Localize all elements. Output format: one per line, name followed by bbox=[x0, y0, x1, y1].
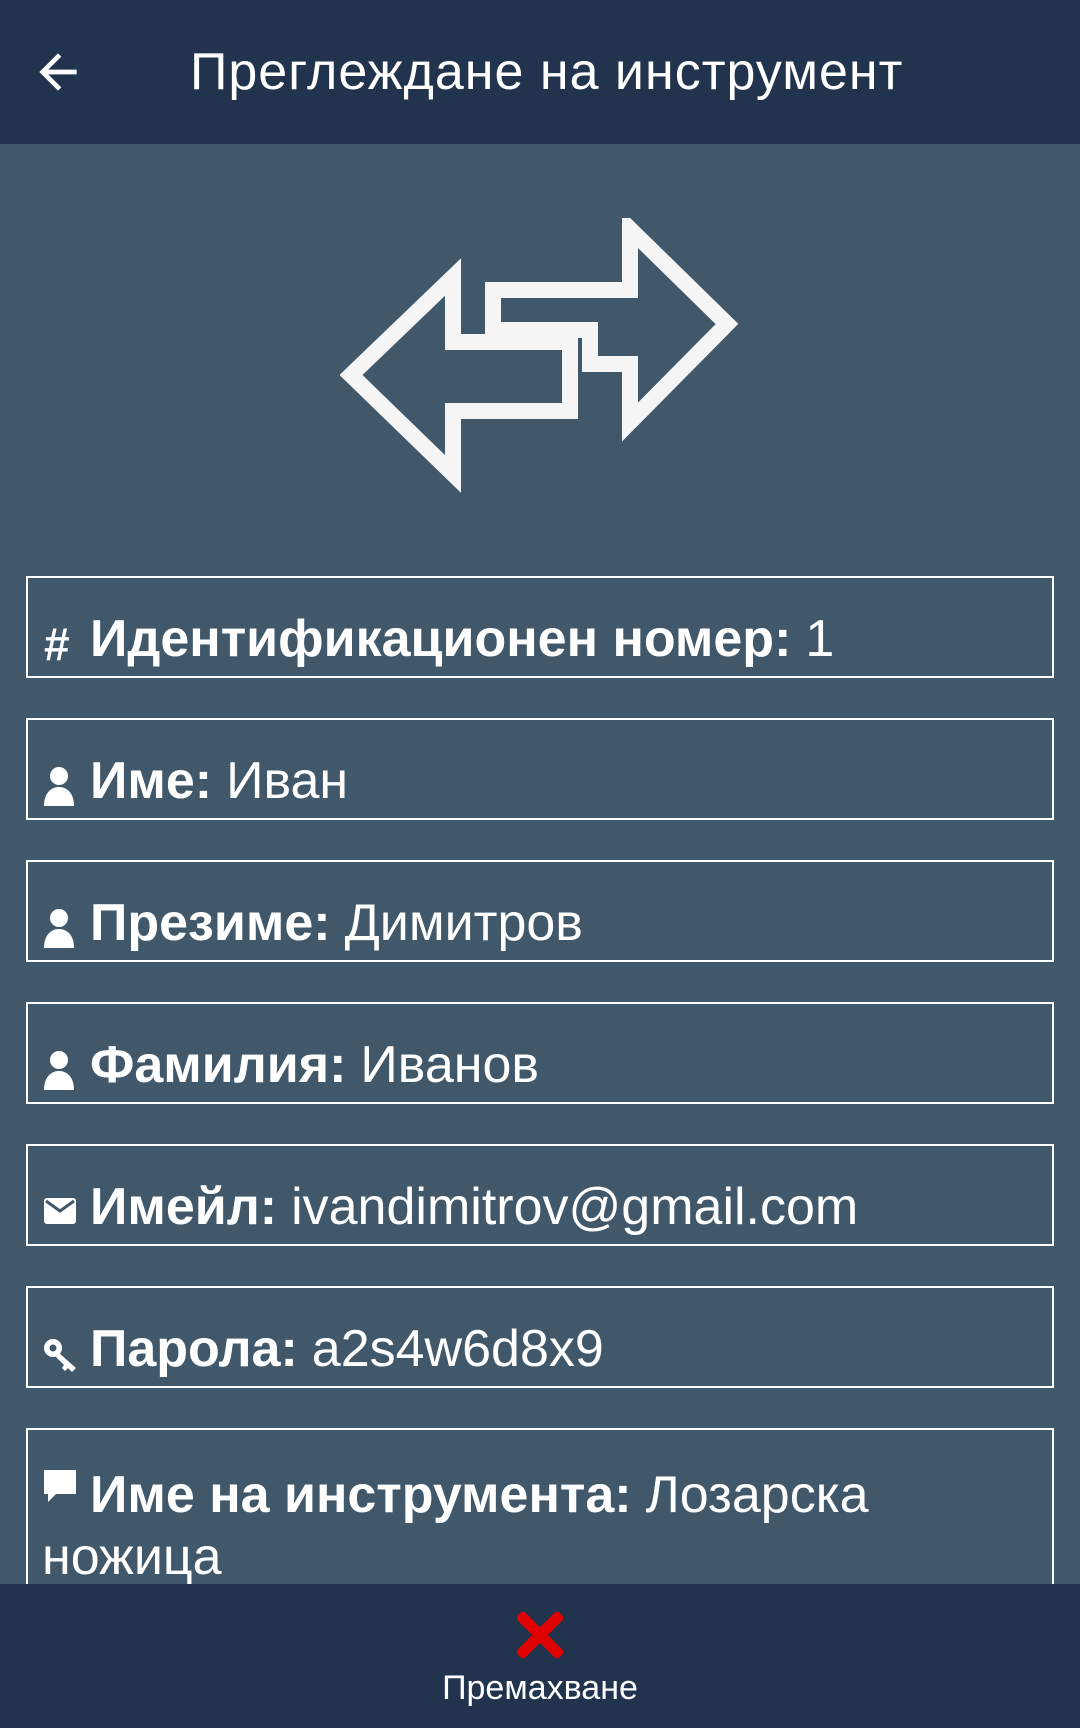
remove-label[interactable]: Премахване bbox=[442, 1668, 638, 1708]
close-x-icon[interactable] bbox=[517, 1612, 563, 1658]
svg-text:#: # bbox=[44, 620, 70, 664]
field-password-label: Парола: bbox=[90, 1320, 298, 1378]
person-icon bbox=[44, 767, 74, 806]
field-id-label: Идентификационен номер: bbox=[90, 610, 792, 668]
field-id: # Идентификационен номер: 1 bbox=[26, 576, 1054, 678]
field-id-value: 1 bbox=[805, 610, 835, 668]
person-icon bbox=[44, 1051, 74, 1090]
swap-arrows-icon bbox=[340, 218, 739, 493]
back-button[interactable] bbox=[22, 36, 94, 108]
person-icon bbox=[44, 909, 74, 948]
field-middle-name: Презиме: Димитров bbox=[26, 860, 1054, 962]
field-last-name-value: Иванов bbox=[360, 1036, 540, 1094]
field-email: Имейл: ivandimitrov@gmail.com bbox=[26, 1144, 1054, 1246]
key-icon bbox=[44, 1339, 76, 1372]
bottom-bar: Премахване bbox=[0, 1584, 1080, 1728]
field-first-name-value: Иван bbox=[226, 752, 349, 810]
field-tool-name-label: Име на инструмента: bbox=[90, 1466, 632, 1524]
field-email-label: Имейл: bbox=[90, 1178, 278, 1236]
field-first-name-label: Име: bbox=[90, 752, 213, 810]
arrow-left-icon[interactable] bbox=[30, 44, 86, 100]
field-first-name: Име: Иван bbox=[26, 718, 1054, 820]
page-title: Преглеждане на инструмент bbox=[190, 43, 904, 101]
field-last-name: Фамилия: Иванов bbox=[26, 1002, 1054, 1104]
comment-icon bbox=[44, 1470, 76, 1502]
field-tool-name: Име на инструмента: Лозарска ножица bbox=[26, 1428, 1054, 1598]
app-bar: Преглеждане на инструмент bbox=[0, 0, 1080, 144]
remove-button[interactable]: Премахване bbox=[390, 1584, 690, 1728]
mail-icon bbox=[44, 1198, 76, 1224]
field-email-value: ivandimitrov@gmail.com bbox=[291, 1178, 859, 1236]
hash-icon: # bbox=[44, 620, 70, 664]
field-password-value: a2s4w6d8x9 bbox=[311, 1320, 604, 1378]
field-middle-name-label: Презиме: bbox=[90, 894, 331, 952]
field-middle-name-value: Димитров bbox=[344, 894, 583, 952]
field-password: Парола: a2s4w6d8x9 bbox=[26, 1286, 1054, 1388]
field-last-name-label: Фамилия: bbox=[90, 1036, 347, 1094]
